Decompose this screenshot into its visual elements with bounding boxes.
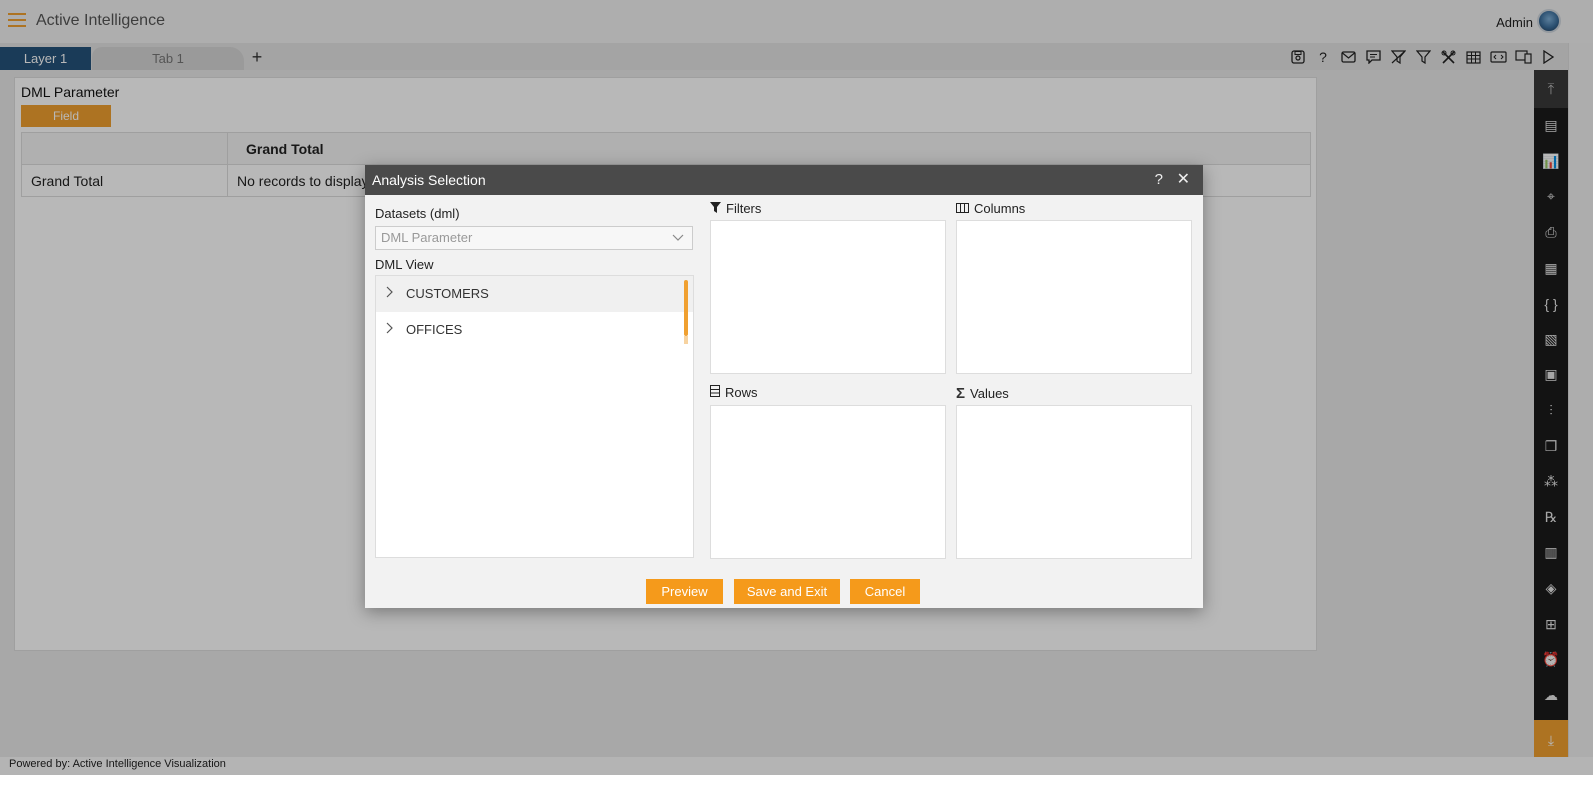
dml-view-label: DML View: [375, 257, 434, 272]
tree-item-label: OFFICES: [406, 322, 463, 337]
dml-view-tree: CUSTOMERS OFFICES: [375, 275, 694, 558]
tree-item-customers[interactable]: CUSTOMERS: [376, 276, 693, 312]
filters-label: Filters: [710, 201, 761, 216]
columns-drop-zone[interactable]: [956, 220, 1192, 374]
save-and-exit-button[interactable]: Save and Exit: [734, 579, 840, 604]
filters-drop-zone[interactable]: [710, 220, 946, 374]
sigma-icon: Σ: [956, 385, 966, 402]
filter-icon: [710, 201, 721, 216]
rows-label: Rows: [710, 385, 758, 400]
datasets-label: Datasets (dml): [375, 206, 460, 221]
preview-button[interactable]: Preview: [646, 579, 723, 604]
tree-scrollbar-track: [684, 336, 688, 344]
analysis-selection-dialog: Analysis Selection ? ✕ Datasets (dml) DM…: [365, 165, 1203, 608]
values-drop-zone[interactable]: [956, 405, 1192, 559]
columns-label: Columns: [956, 201, 1025, 216]
values-label: Σ Values: [956, 385, 1009, 402]
tree-item-offices[interactable]: OFFICES: [376, 312, 693, 348]
columns-label-text: Columns: [974, 201, 1026, 216]
rows-icon: [710, 385, 720, 400]
bottom-strip: [0, 775, 1593, 787]
rows-drop-zone[interactable]: [710, 405, 946, 559]
help-icon[interactable]: ?: [1155, 165, 1163, 195]
dialog-header: Analysis Selection ? ✕: [365, 165, 1203, 195]
dialog-title: Analysis Selection: [372, 172, 486, 188]
columns-icon: [956, 202, 969, 216]
close-icon[interactable]: ✕: [1177, 165, 1190, 195]
chevron-right-icon[interactable]: [386, 312, 394, 348]
tree-item-label: CUSTOMERS: [406, 286, 489, 301]
chevron-down-icon: [672, 227, 684, 249]
cancel-button[interactable]: Cancel: [850, 579, 920, 604]
chevron-right-icon[interactable]: [386, 276, 394, 312]
dataset-select[interactable]: DML Parameter: [375, 226, 693, 250]
values-label-text: Values: [970, 386, 1009, 401]
dataset-select-placeholder: DML Parameter: [381, 230, 473, 245]
tree-scrollbar-thumb[interactable]: [684, 280, 688, 336]
rows-label-text: Rows: [725, 385, 758, 400]
filters-label-text: Filters: [726, 201, 762, 216]
